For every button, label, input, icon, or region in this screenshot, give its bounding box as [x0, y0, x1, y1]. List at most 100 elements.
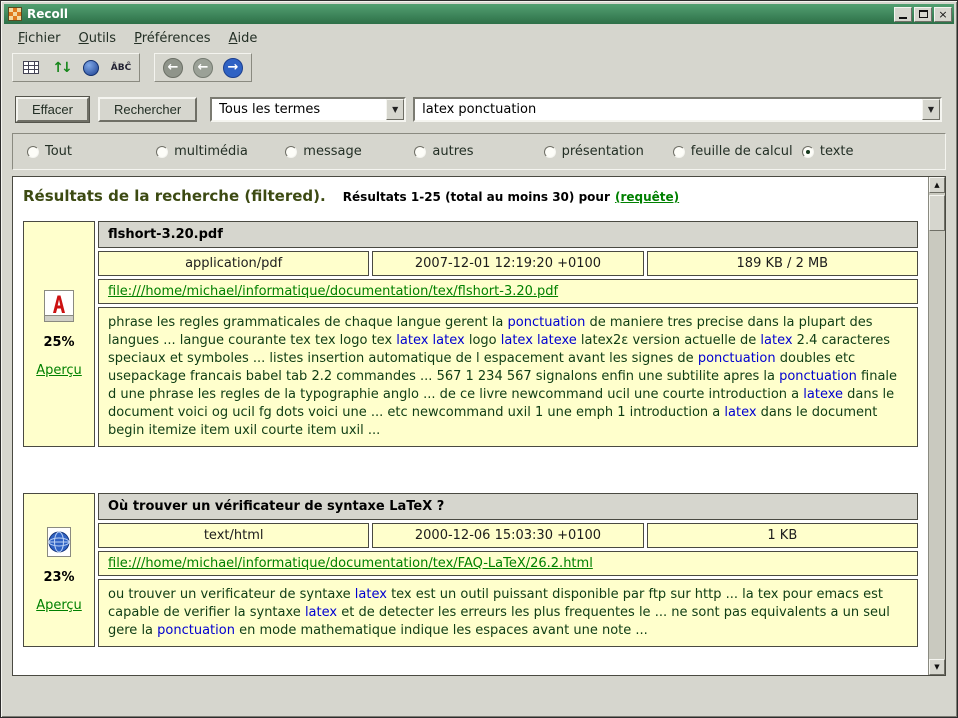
term-explorer-button[interactable]: ÂBĈ [108, 56, 134, 79]
search-button[interactable]: Rechercher [98, 97, 197, 122]
result-details: Où trouver un vérificateur de syntaxe La… [98, 493, 918, 647]
clear-button[interactable]: Effacer [16, 97, 89, 122]
result-abstract: ou trouver un verificateur de syntaxe la… [98, 579, 918, 647]
filter-feuille-de-calcul[interactable]: feuille de calcul [673, 144, 802, 159]
relevance-percent: 23% [43, 570, 74, 585]
arrow-down-icon: ▼ [934, 663, 939, 671]
result-mime: text/html [98, 523, 369, 548]
filter-tout[interactable]: Tout [27, 144, 156, 159]
maximize-icon [919, 10, 928, 18]
radio-icon [414, 146, 426, 158]
maximize-button[interactable] [914, 7, 932, 22]
menu-aide[interactable]: Aide [221, 29, 266, 48]
filter-label: Tout [45, 144, 72, 159]
titlebar: Recoll × [4, 4, 954, 24]
filter-label: texte [820, 144, 854, 159]
history-sphere-icon [83, 60, 99, 76]
results-title: Résultats de la recherche (filtered). [23, 187, 326, 205]
window-title: Recoll [27, 7, 892, 21]
next-page-icon: → [223, 58, 243, 78]
menu-preferences[interactable]: Préférences [126, 29, 218, 48]
menu-fichier[interactable]: Fichier [10, 29, 69, 48]
scrollbar-thumb[interactable] [929, 195, 945, 231]
result-size: 189 KB / 2 MB [647, 251, 918, 276]
radio-icon [673, 146, 685, 158]
filter-label: feuille de calcul [691, 144, 793, 159]
chevron-down-icon[interactable]: ▼ [922, 99, 940, 120]
close-button[interactable]: × [934, 7, 952, 22]
first-page-icon: ← [163, 58, 183, 78]
result-info-row: application/pdf 2007-12-01 12:19:20 +010… [98, 251, 918, 276]
next-page-button[interactable]: → [220, 56, 246, 79]
filter-multimedia[interactable]: multimédia [156, 144, 285, 159]
result-side-panel: 25% Aperçu [23, 221, 95, 447]
search-controls: Effacer Rechercher Tous les termes ▼ ▼ [4, 87, 954, 128]
results-panel: Résultats de la recherche (filtered). Ré… [12, 176, 946, 676]
minimize-icon [899, 17, 907, 19]
radio-icon [802, 146, 814, 158]
search-mode-combobox[interactable]: Tous les termes ▼ [210, 97, 406, 122]
chevron-down-icon[interactable]: ▼ [386, 99, 404, 120]
result-url-link[interactable]: file:///home/michael/informatique/docume… [108, 284, 558, 299]
clear-table-icon [23, 61, 39, 74]
scroll-down-button[interactable]: ▼ [929, 659, 945, 675]
result-filename: Où trouver un vérificateur de syntaxe La… [98, 493, 918, 520]
filter-label: présentation [562, 144, 644, 159]
result-url-link[interactable]: file:///home/michael/informatique/docume… [108, 556, 593, 571]
filter-label: multimédia [174, 144, 248, 159]
minimize-button[interactable] [894, 7, 912, 22]
result-date: 2000-12-06 15:03:30 +0100 [372, 523, 643, 548]
term-explorer-icon: ÂBĈ [111, 63, 131, 73]
result-url-row: file:///home/michael/informatique/docume… [98, 551, 918, 576]
filter-texte[interactable]: texte [802, 144, 931, 159]
toolbar-group-main: ↑↓ ÂBĈ [12, 53, 140, 82]
prev-page-icon: ← [193, 58, 213, 78]
pdf-icon [44, 290, 74, 322]
result-row: 23% Aperçu Où trouver un vérificateur de… [23, 493, 918, 647]
clear-search-button[interactable] [18, 56, 44, 79]
arrow-up-icon: ▲ [934, 181, 939, 189]
first-page-button[interactable]: ← [160, 56, 186, 79]
result-info-row: text/html 2000-12-06 15:03:30 +0100 1 KB [98, 523, 918, 548]
radio-icon [27, 146, 39, 158]
result-abstract: phrase les regles grammaticales de chaqu… [98, 307, 918, 447]
result-filename: flshort-3.20.pdf [98, 221, 918, 248]
results-header: Résultats de la recherche (filtered). Ré… [13, 177, 928, 207]
result-side-panel: 23% Aperçu [23, 493, 95, 647]
search-input[interactable] [415, 102, 922, 117]
query-combobox: ▼ [413, 97, 942, 122]
toolbar: ↑↓ ÂBĈ ← ← → [4, 50, 954, 87]
filter-autres[interactable]: autres [414, 144, 543, 159]
filter-message[interactable]: message [285, 144, 414, 159]
results-list: Résultats de la recherche (filtered). Ré… [13, 177, 928, 675]
scroll-up-button[interactable]: ▲ [929, 177, 945, 193]
radio-icon [544, 146, 556, 158]
result-date: 2007-12-01 12:19:20 +0100 [372, 251, 643, 276]
vertical-scrollbar[interactable]: ▲ ▼ [928, 177, 945, 675]
result-mime: application/pdf [98, 251, 369, 276]
update-index-icon: ↑↓ [52, 60, 69, 76]
filter-label: autres [432, 144, 473, 159]
preview-link[interactable]: Aperçu [36, 363, 82, 378]
result-size: 1 KB [647, 523, 918, 548]
result-row: 25% Aperçu flshort-3.20.pdf application/… [23, 221, 918, 447]
close-icon: × [938, 9, 947, 20]
result-url-row: file:///home/michael/informatique/docume… [98, 279, 918, 304]
results-summary: Résultats 1-25 (total au moins 30) pour [343, 190, 610, 204]
recoll-window: Recoll × Fichier Outils Préférences Aide… [0, 0, 958, 718]
search-mode-value: Tous les termes [212, 102, 386, 117]
menu-outils[interactable]: Outils [71, 29, 125, 48]
preview-link[interactable]: Aperçu [36, 598, 82, 613]
filter-presentation[interactable]: présentation [544, 144, 673, 159]
history-button[interactable] [78, 56, 104, 79]
menubar: Fichier Outils Préférences Aide [4, 26, 954, 50]
recoll-app-icon [8, 7, 22, 21]
globe-icon [44, 527, 74, 557]
doc-type-filter-panel: Tout multimédia message autres présentat… [12, 133, 946, 170]
filter-label: message [303, 144, 361, 159]
radio-icon [285, 146, 297, 158]
prev-page-button[interactable]: ← [190, 56, 216, 79]
toolbar-group-nav: ← ← → [154, 53, 252, 82]
query-details-link[interactable]: (requête) [615, 190, 679, 204]
update-index-button[interactable]: ↑↓ [48, 56, 74, 79]
